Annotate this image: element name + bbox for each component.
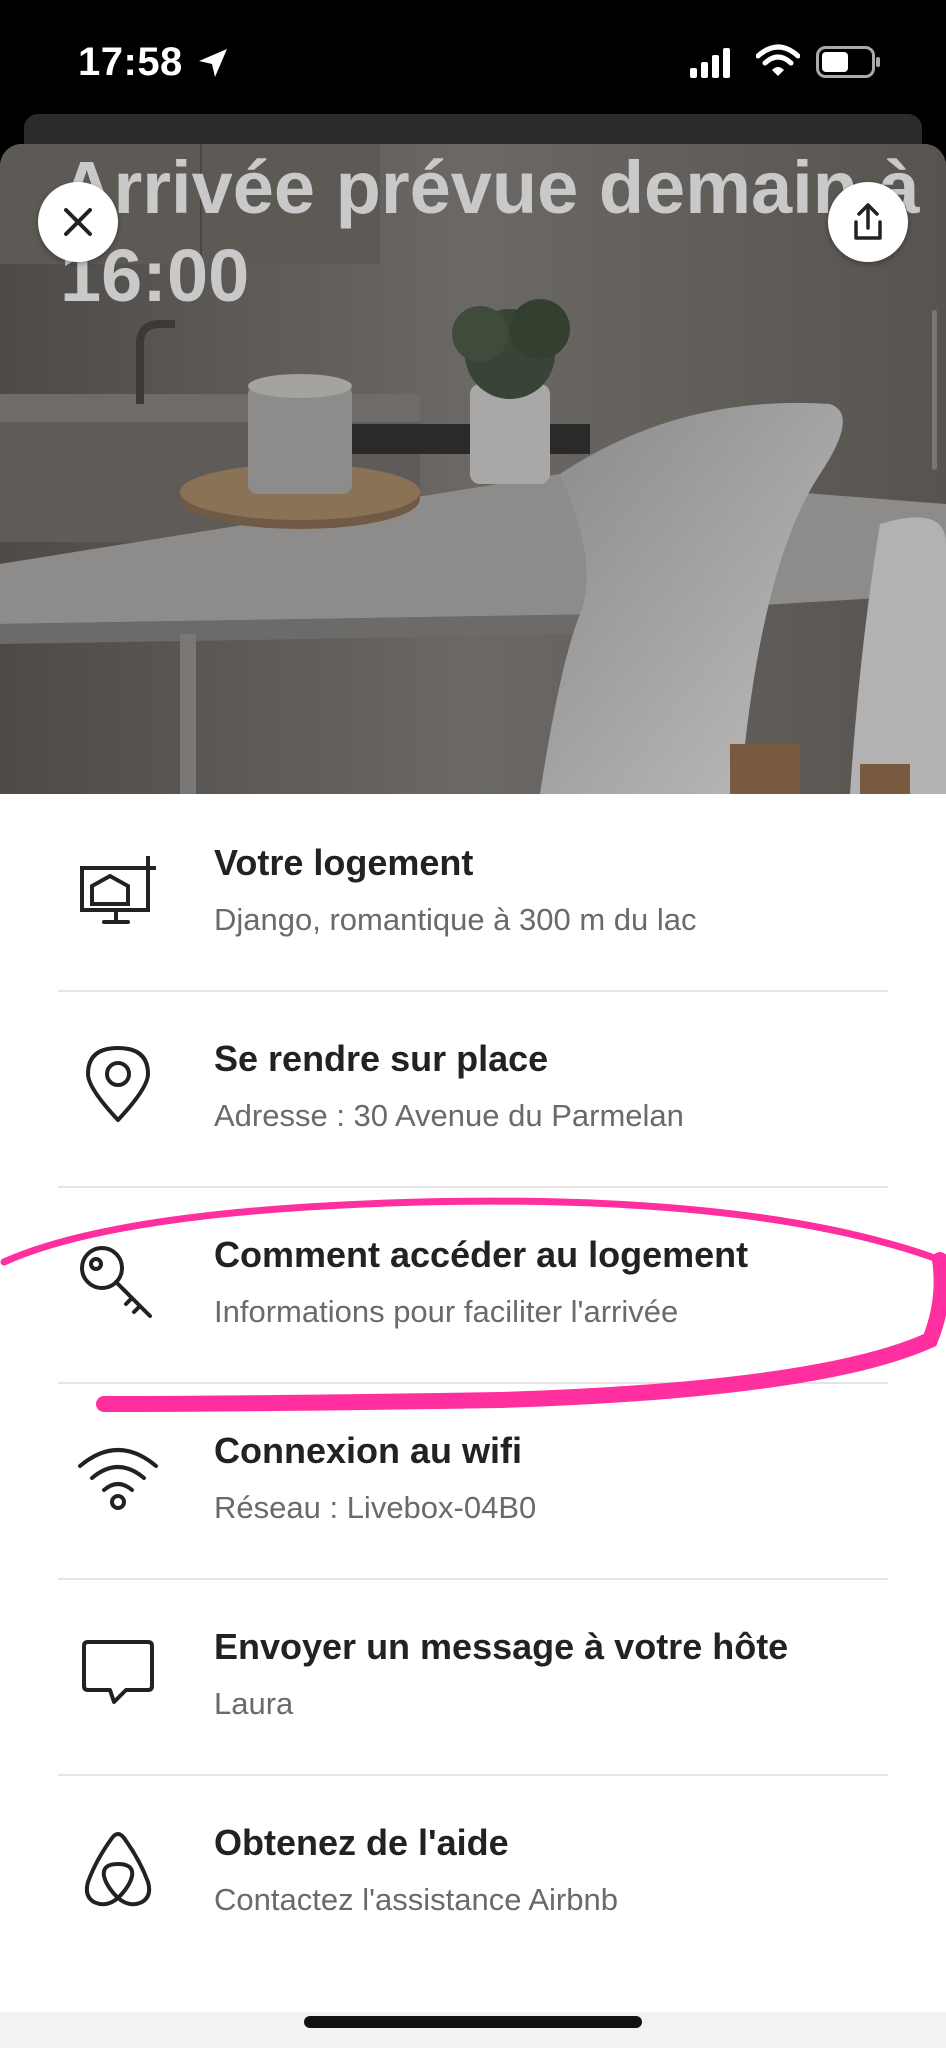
share-button[interactable] [828, 182, 908, 262]
location-arrow-icon [199, 49, 227, 77]
list-item-subtitle: Contactez l'assistance Airbnb [214, 1882, 618, 1917]
list-item-message-hote[interactable]: Envoyer un message à votre hôte Laura [58, 1578, 888, 1774]
hero-photo-carousel[interactable]: Arrivée prévue demain à 16:00 [0, 144, 946, 794]
list-item-obtenir-aide[interactable]: Obtenez de l'aide Contactez l'assistance… [58, 1774, 888, 1970]
cellular-signal-icon [690, 48, 730, 78]
map-pin-icon [86, 1046, 150, 1122]
scroll-indicator[interactable] [932, 310, 937, 470]
close-icon [64, 208, 92, 236]
home-indicator[interactable] [304, 2016, 642, 2028]
share-icon [854, 203, 882, 240]
list-item-title: Votre logement [214, 842, 474, 883]
list-item-votre-logement[interactable]: Votre logement Django, romantique à 300 … [58, 794, 888, 990]
list-item-subtitle: Réseau : Livebox-04B0 [214, 1490, 537, 1525]
highlight-annotation [0, 1197, 946, 1412]
status-time: 17:58 [78, 40, 183, 84]
list-item-subtitle: Adresse : 30 Avenue du Parmelan [214, 1098, 684, 1133]
list-item-se-rendre-sur-place[interactable]: Se rendre sur place Adresse : 30 Avenue … [58, 990, 888, 1186]
list-item-title: Connexion au wifi [214, 1430, 523, 1471]
status-bar: 17:58 [0, 0, 946, 116]
list-item-title: Se rendre sur place [214, 1038, 549, 1079]
wifi-icon [78, 1448, 158, 1510]
list-item-subtitle: Django, romantique à 300 m du lac [214, 902, 697, 937]
house-sign-icon [80, 856, 156, 924]
list-item-subtitle: Laura [214, 1686, 294, 1721]
battery-icon [816, 46, 880, 78]
chat-bubble-icon [82, 1640, 154, 1704]
wifi-status-icon [756, 44, 800, 76]
arrival-title: Arrivée prévue demain à 16:00 [60, 146, 920, 317]
list-item-title: Obtenez de l'aide [214, 1822, 509, 1863]
close-button[interactable] [38, 182, 118, 262]
airbnb-logo-icon [84, 1832, 152, 1907]
list-item-title: Envoyer un message à votre hôte [214, 1626, 789, 1667]
